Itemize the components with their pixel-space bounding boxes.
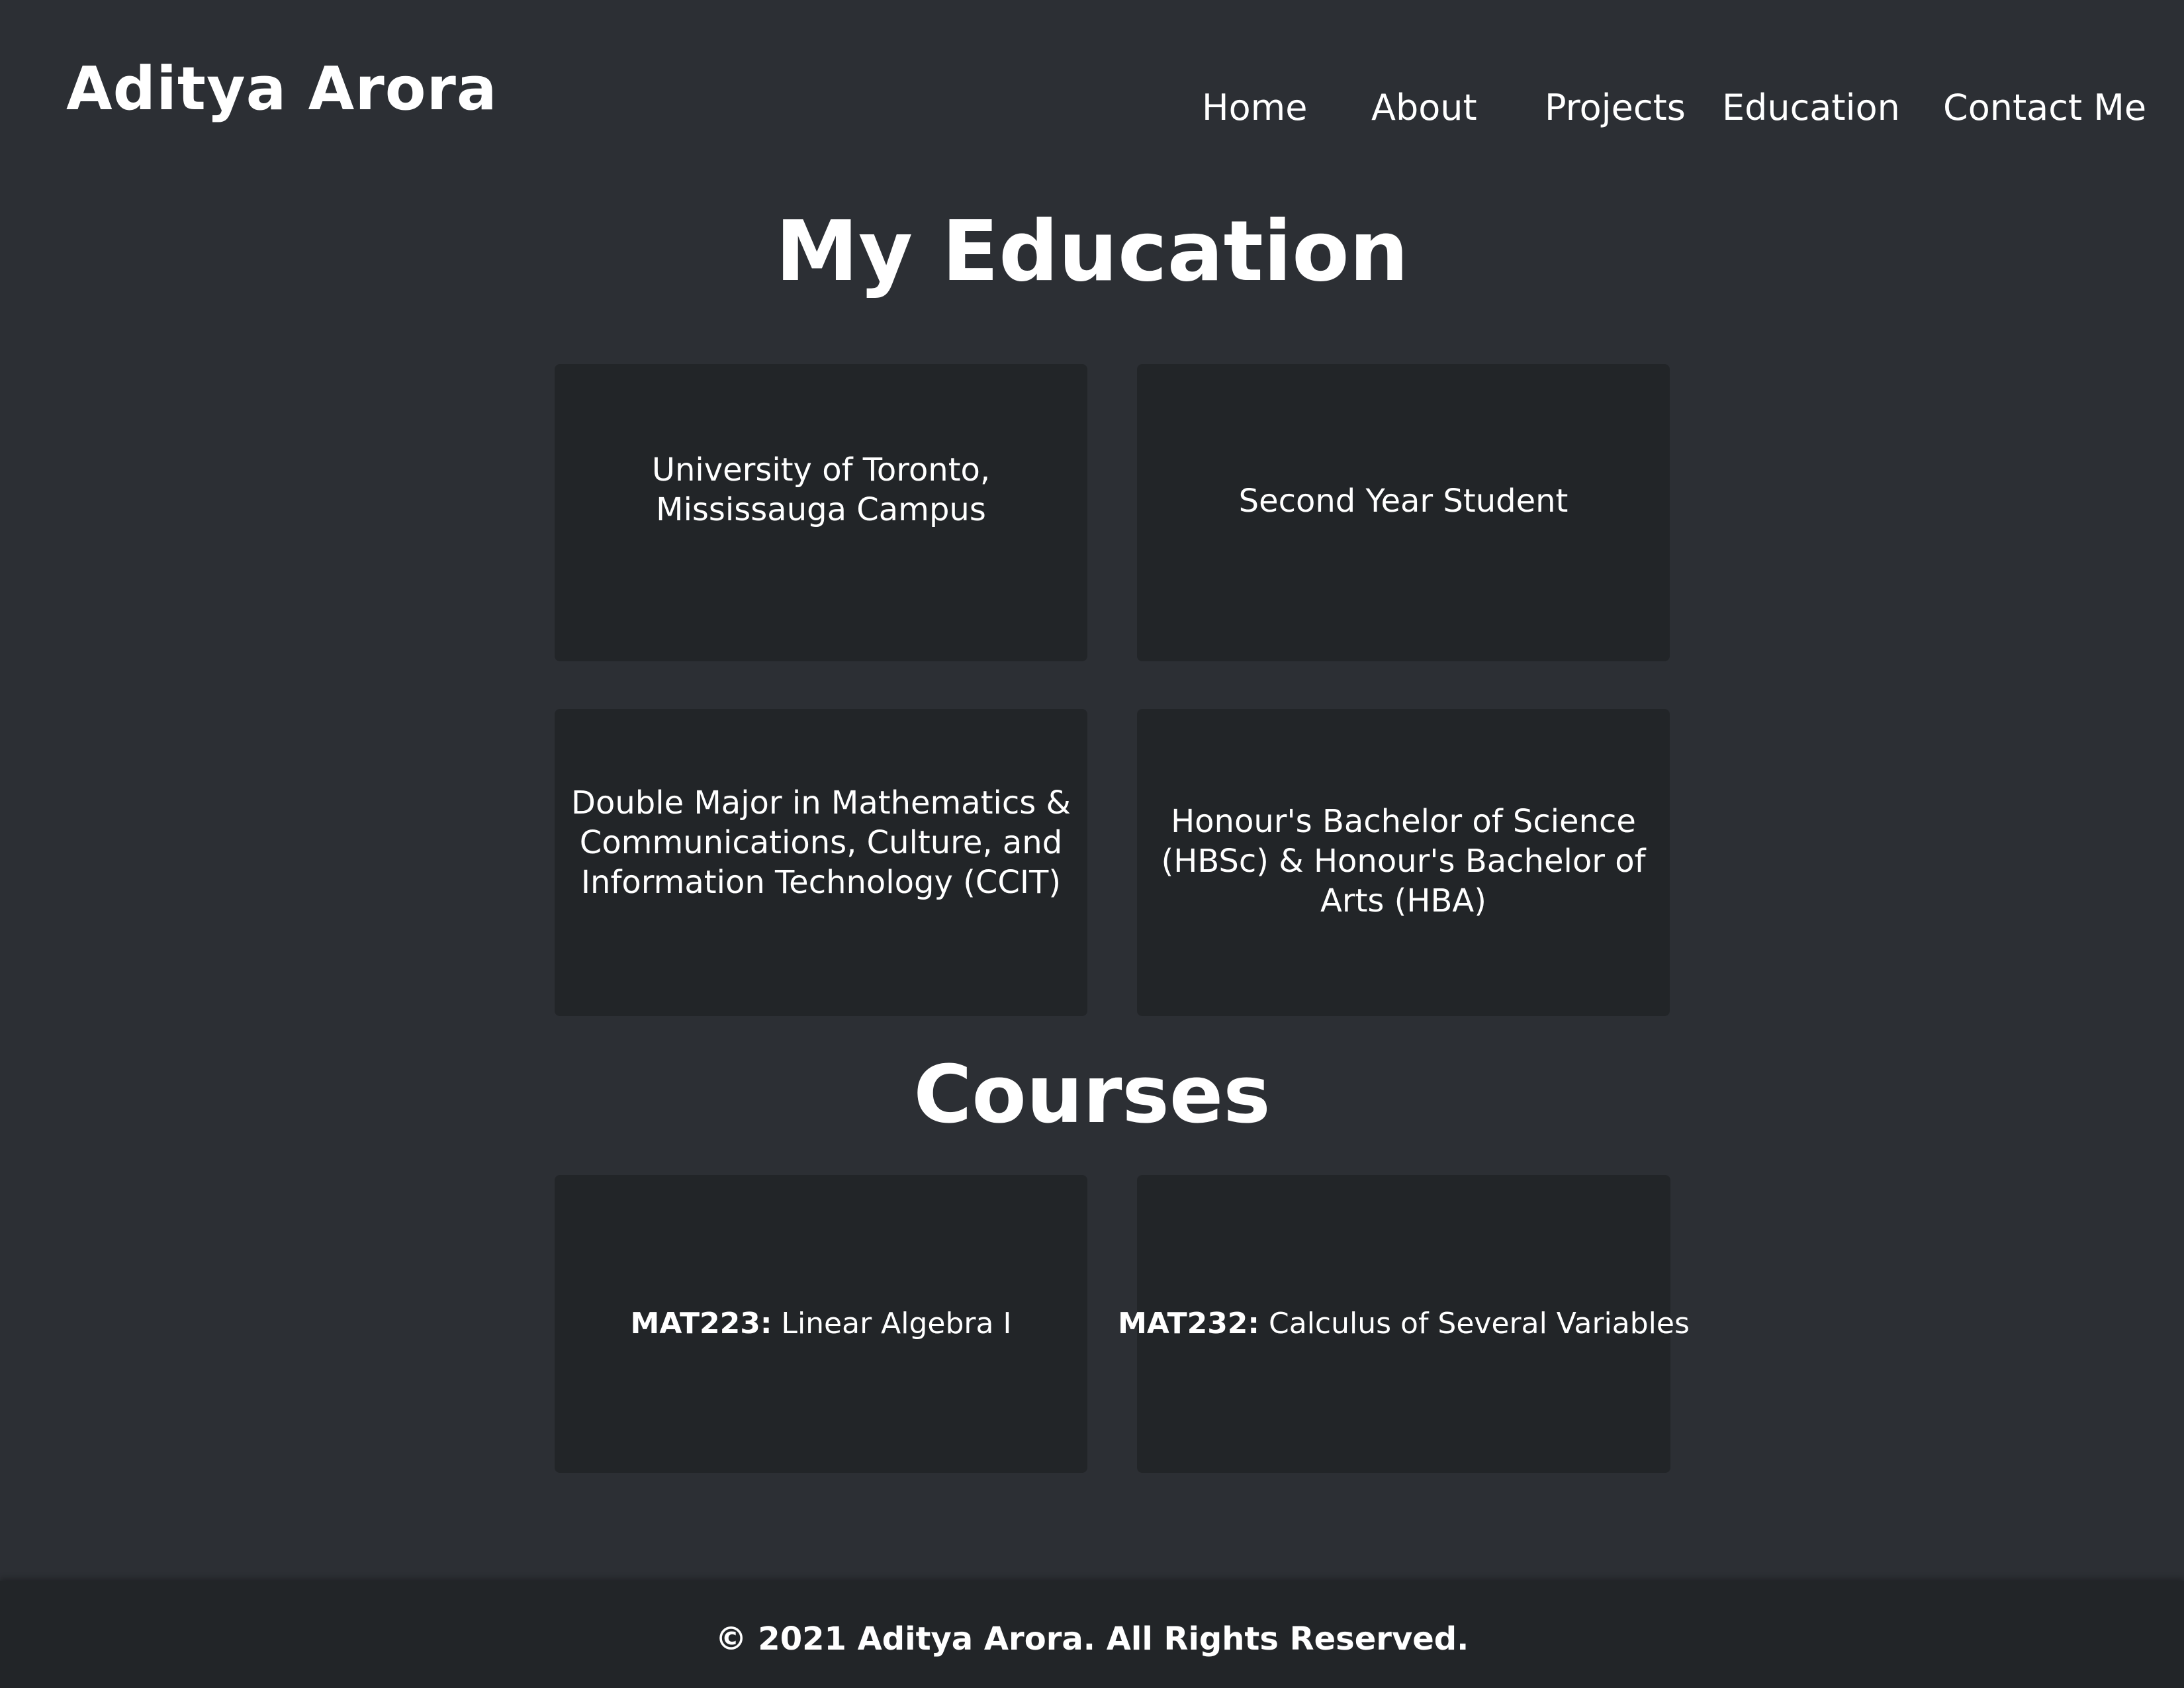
education-card-year: Second Year Student — [1137, 364, 1670, 661]
education-card-degree: Honour's Bachelor of Science (HBSc) & Ho… — [1137, 709, 1670, 1016]
course-name: Linear Algebra I — [772, 1307, 1012, 1340]
nav-link-contact-me[interactable]: Contact Me — [1943, 78, 2146, 138]
courses-section-title: Courses — [913, 1049, 1271, 1141]
main-nav: Home About Projects Education Contact Me — [0, 78, 2184, 138]
site-header: Aditya Arora Home About Projects Educati… — [0, 0, 2184, 172]
course-name: Calculus of Several Variables — [1259, 1307, 1690, 1340]
course-code: MAT223: — [630, 1307, 772, 1340]
nav-link-home[interactable]: Home — [1202, 78, 1307, 138]
education-card-text: Double Major in Mathematics & Communicat… — [571, 784, 1071, 901]
nav-link-projects[interactable]: Projects — [1545, 78, 1686, 138]
course-card-text: MAT223: Linear Algebra I — [631, 1305, 1012, 1342]
education-card-text: University of Toronto, Mississauga Campu… — [651, 451, 991, 528]
course-card-text: MAT232: Calculus of Several Variables — [1118, 1305, 1690, 1342]
education-section-title: My Education — [775, 203, 1409, 300]
course-card-mat223: MAT223: Linear Algebra I — [555, 1175, 1087, 1473]
education-card-university: University of Toronto, Mississauga Campu… — [555, 364, 1087, 661]
education-card-text: Second Year Student — [1238, 483, 1569, 520]
site-footer: © 2021 Aditya Arora. All Rights Reserved… — [0, 1581, 2184, 1688]
course-card-mat232: MAT232: Calculus of Several Variables — [1118, 1175, 1690, 1473]
education-card-text: Honour's Bachelor of Science (HBSc) & Ho… — [1161, 802, 1646, 919]
nav-link-about[interactable]: About — [1371, 78, 1477, 138]
footer-copyright: © 2021 Aditya Arora. All Rights Reserved… — [715, 1620, 1469, 1658]
course-code: MAT232: — [1118, 1307, 1260, 1340]
nav-link-education[interactable]: Education — [1722, 78, 1900, 138]
education-card-major: Double Major in Mathematics & Communicat… — [555, 709, 1087, 1016]
